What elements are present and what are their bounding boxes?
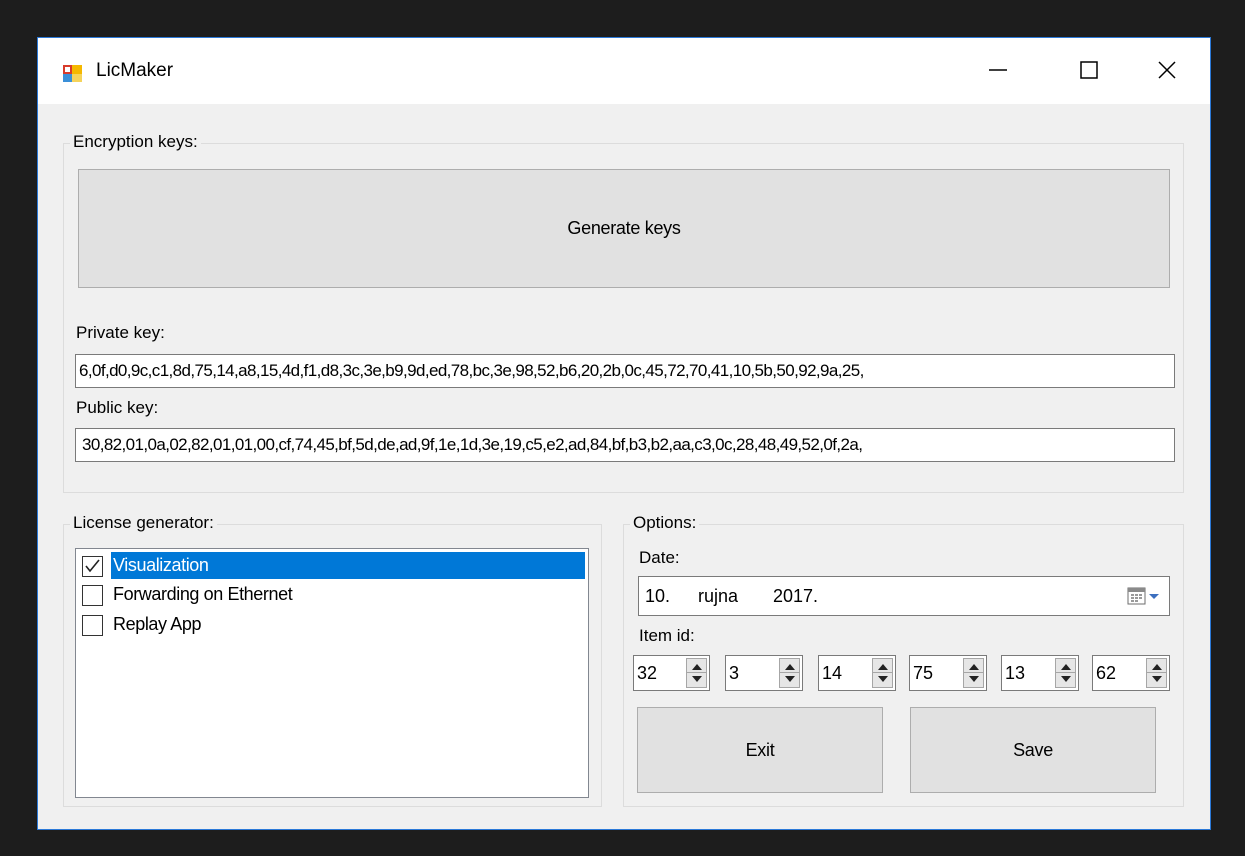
stepper-arrows-icon[interactable] [1055, 658, 1076, 688]
item-id-stepper-1[interactable]: 32 [633, 655, 710, 691]
date-day: 10. [645, 586, 671, 606]
public-key-field[interactable]: 30,82,01,0a,02,82,01,01,00,cf,74,45,bf,5… [75, 428, 1175, 462]
app-icon [62, 62, 84, 84]
maximize-button[interactable] [1044, 38, 1134, 104]
date-year: 2017. [773, 586, 819, 606]
item-id-label: Item id: [639, 626, 695, 645]
stepper-value: 14 [822, 663, 843, 683]
stepper-arrows-icon[interactable] [872, 658, 893, 688]
calendar-dropdown-icon[interactable] [1127, 587, 1161, 610]
generate-keys-button[interactable]: Generate keys [78, 169, 1170, 288]
close-icon [1158, 61, 1176, 79]
list-item-label: Visualization [111, 552, 585, 579]
list-item-label: Replay App [113, 614, 202, 634]
item-id-stepper-6[interactable]: 62 [1092, 655, 1170, 691]
stepper-arrows-icon[interactable] [779, 658, 800, 688]
checkbox-visualization[interactable] [82, 556, 103, 577]
private-key-field[interactable]: 6,0f,d0,9c,c1,8d,75,14,a8,15,4d,f1,d8,3c… [75, 354, 1175, 388]
checkbox-forwarding[interactable] [82, 585, 103, 606]
minimize-icon [989, 69, 1007, 71]
stepper-arrows-icon[interactable] [1146, 658, 1167, 688]
list-item-visualization[interactable]: Visualization [78, 552, 585, 581]
title-bar: LicMaker [38, 38, 1210, 104]
window-title: LicMaker [96, 60, 174, 81]
item-id-stepper-4[interactable]: 75 [909, 655, 987, 691]
checkbox-replay-app[interactable] [82, 615, 103, 636]
item-id-stepper-2[interactable]: 3 [725, 655, 803, 691]
checkmark-icon [85, 559, 100, 573]
close-button[interactable] [1122, 38, 1212, 104]
date-label: Date: [639, 548, 680, 567]
exit-button[interactable]: Exit [637, 707, 883, 793]
save-button[interactable]: Save [910, 707, 1156, 793]
stepper-value: 62 [1096, 663, 1117, 683]
options-label: Options: [630, 513, 700, 533]
stepper-value: 32 [637, 663, 658, 683]
stepper-arrows-icon[interactable] [686, 658, 707, 688]
date-picker[interactable]: 10. rujna 2017. [638, 576, 1170, 616]
maximize-icon [1080, 61, 1098, 79]
stepper-value: 75 [913, 663, 934, 683]
item-id-stepper-5[interactable]: 13 [1001, 655, 1079, 691]
item-id-stepper-3[interactable]: 14 [818, 655, 896, 691]
stepper-value: 13 [1005, 663, 1026, 683]
public-key-label: Public key: [76, 398, 159, 417]
list-item-forwarding[interactable]: Forwarding on Ethernet [78, 581, 585, 610]
minimize-button[interactable] [953, 38, 1043, 104]
stepper-arrows-icon[interactable] [963, 658, 984, 688]
date-month: rujna [698, 586, 739, 606]
licmaker-window: LicMaker Encryption keys: Generate keys … [37, 37, 1211, 830]
encryption-keys-label: Encryption keys: [70, 132, 201, 152]
list-item-label: Forwarding on Ethernet [113, 584, 293, 604]
license-checklist[interactable]: Visualization Forwarding on Ethernet Rep… [75, 548, 589, 798]
private-key-label: Private key: [76, 323, 165, 342]
stepper-value: 3 [729, 663, 740, 683]
license-generator-label: License generator: [70, 513, 217, 533]
list-item-replay-app[interactable]: Replay App [78, 611, 585, 640]
